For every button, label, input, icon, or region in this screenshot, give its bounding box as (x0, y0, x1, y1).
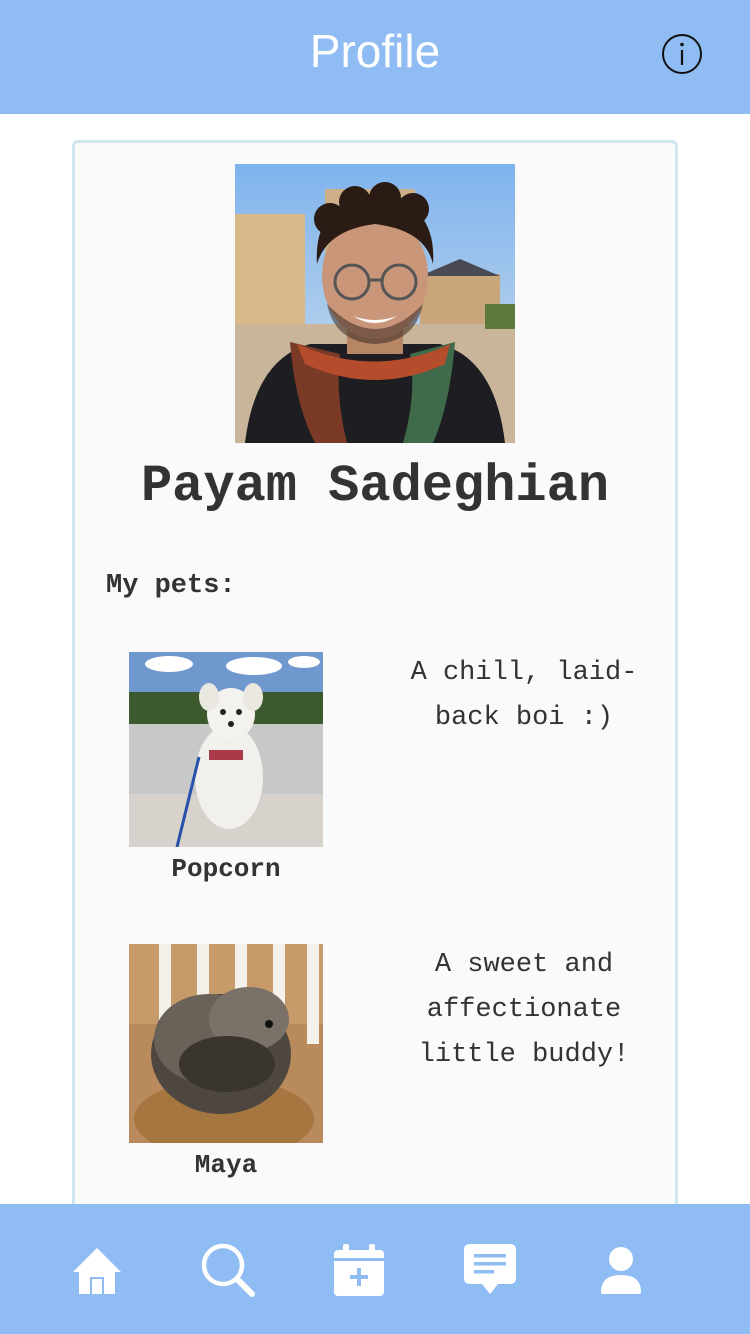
profile-card: Payam Sadeghian My pets: Popcorn A chill… (72, 140, 678, 1230)
search-icon (201, 1243, 255, 1297)
profile-photo (235, 164, 515, 443)
pets-heading: My pets: (106, 571, 236, 601)
info-icon[interactable] (661, 33, 703, 75)
profile-icon (601, 1247, 641, 1294)
page-title: Profile (309, 25, 441, 77)
tab-search[interactable] (200, 1242, 256, 1298)
tab-profile[interactable] (593, 1242, 649, 1298)
calendar-add-icon (334, 1244, 384, 1296)
chat-icon (464, 1244, 516, 1294)
tab-messages[interactable] (462, 1242, 518, 1298)
bottom-tab-bar (0, 1204, 750, 1334)
pet-description: A sweet and affectionate little buddy! (418, 950, 630, 1070)
tab-home[interactable] (69, 1242, 125, 1298)
tab-calendar[interactable] (331, 1242, 387, 1298)
pet-description: A chill, laid-back boi :) (410, 658, 638, 733)
profile-name: Payam Sadeghian (140, 457, 610, 516)
header-bar: Profile (0, 0, 750, 114)
pet-name: Maya (194, 1150, 258, 1180)
pet-photo-maya (129, 944, 323, 1143)
home-icon (73, 1248, 121, 1294)
pet-name: Popcorn (171, 854, 281, 884)
pet-photo-popcorn (129, 652, 323, 847)
